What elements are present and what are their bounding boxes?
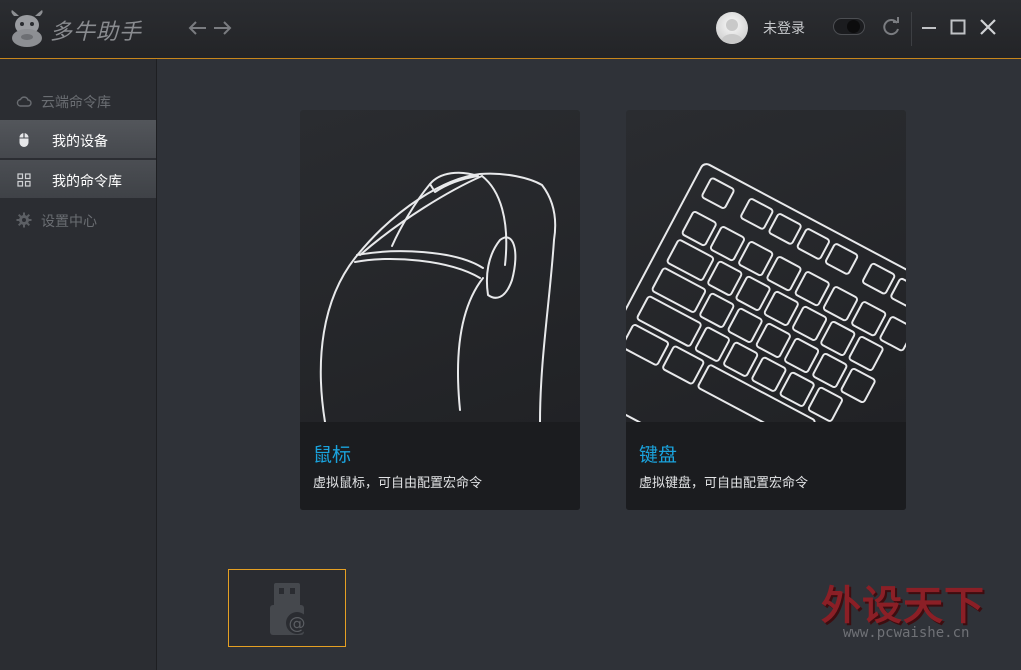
sidebar-item-label: 我的命令库 — [52, 174, 122, 190]
arrow-left-icon[interactable] — [187, 17, 209, 39]
user-silhouette-icon — [721, 19, 743, 44]
toggle-knob — [847, 20, 860, 33]
main-content: 鼠标 虚拟鼠标，可自由配置宏命令 键盘 虚拟键盘，可自由配置宏命令 @ 外设天下… — [157, 59, 1021, 670]
grid-icon — [17, 173, 31, 187]
cloud-icon — [16, 96, 32, 107]
sidebar-item-cloud-library[interactable]: 云端命令库 — [0, 81, 156, 119]
sidebar-item-label: 云端命令库 — [41, 95, 111, 111]
refresh-icon[interactable] — [880, 16, 902, 38]
sidebar-item-settings[interactable]: 设置中心 — [0, 200, 156, 238]
watermark: 外设天下 www.pcwaishe.cn — [821, 573, 1021, 657]
keyboard-outline-illustration — [626, 163, 906, 422]
card-title: 鼠标 — [313, 444, 352, 466]
sidebar-item-label: 设置中心 — [41, 214, 97, 230]
card-caption: 鼠标 虚拟鼠标，可自由配置宏命令 — [300, 422, 580, 510]
sidebar: 云端命令库 我的设备 我的命令库 设置中心 — [0, 59, 157, 670]
usb-device-tile[interactable]: @ — [228, 569, 346, 647]
cow-logo-icon — [11, 10, 43, 47]
device-card-keyboard[interactable]: 键盘 虚拟键盘，可自由配置宏命令 — [626, 110, 906, 510]
toggle-switch[interactable] — [833, 18, 865, 35]
card-description: 虚拟鼠标，可自由配置宏命令 — [313, 476, 483, 491]
user-avatar[interactable] — [716, 12, 748, 44]
device-card-mouse[interactable]: 鼠标 虚拟鼠标，可自由配置宏命令 — [300, 110, 580, 510]
card-caption: 键盘 虚拟键盘，可自由配置宏命令 — [626, 422, 906, 510]
mouse-outline-illustration — [319, 171, 557, 422]
app-title: 多牛助手 — [50, 20, 143, 45]
mouse-icon — [19, 133, 29, 147]
title-bar: 多牛助手 未登录 — [0, 0, 1021, 59]
watermark-url: www.pcwaishe.cn — [843, 625, 970, 641]
gear-icon — [16, 212, 32, 228]
sidebar-item-my-devices[interactable]: 我的设备 — [0, 120, 156, 158]
close-icon[interactable] — [978, 17, 998, 37]
watermark-title: 外设天下 — [821, 582, 985, 629]
maximize-icon[interactable] — [948, 17, 968, 37]
sidebar-item-label: 我的设备 — [52, 134, 108, 150]
card-description: 虚拟键盘，可自由配置宏命令 — [639, 476, 809, 491]
usb-device-icon: @ — [270, 583, 308, 635]
window-controls-divider — [911, 12, 912, 46]
card-title: 键盘 — [639, 444, 678, 466]
minimize-icon[interactable] — [919, 17, 939, 37]
login-status[interactable]: 未登录 — [763, 18, 805, 38]
svg-text:@: @ — [289, 614, 306, 634]
sidebar-item-my-library[interactable]: 我的命令库 — [0, 160, 156, 198]
arrow-right-icon[interactable] — [211, 17, 233, 39]
